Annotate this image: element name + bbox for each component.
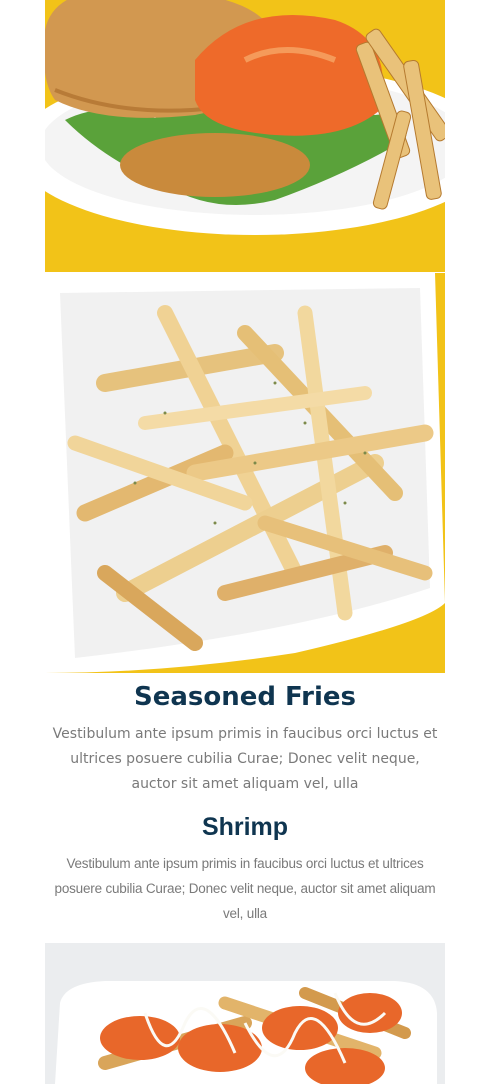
menu-item-title: Shrimp <box>201 813 289 841</box>
shrimp-photo <box>45 943 445 1084</box>
seasoned-fries-photo <box>45 273 445 673</box>
burger-photo <box>45 0 445 272</box>
menu-item-description: Vestibulum ante ipsum primis in faucibus… <box>54 856 436 921</box>
menu-item-title: Seasoned Fries <box>134 682 356 712</box>
menu-item-description: Vestibulum ante ipsum primis in faucibus… <box>52 726 438 792</box>
